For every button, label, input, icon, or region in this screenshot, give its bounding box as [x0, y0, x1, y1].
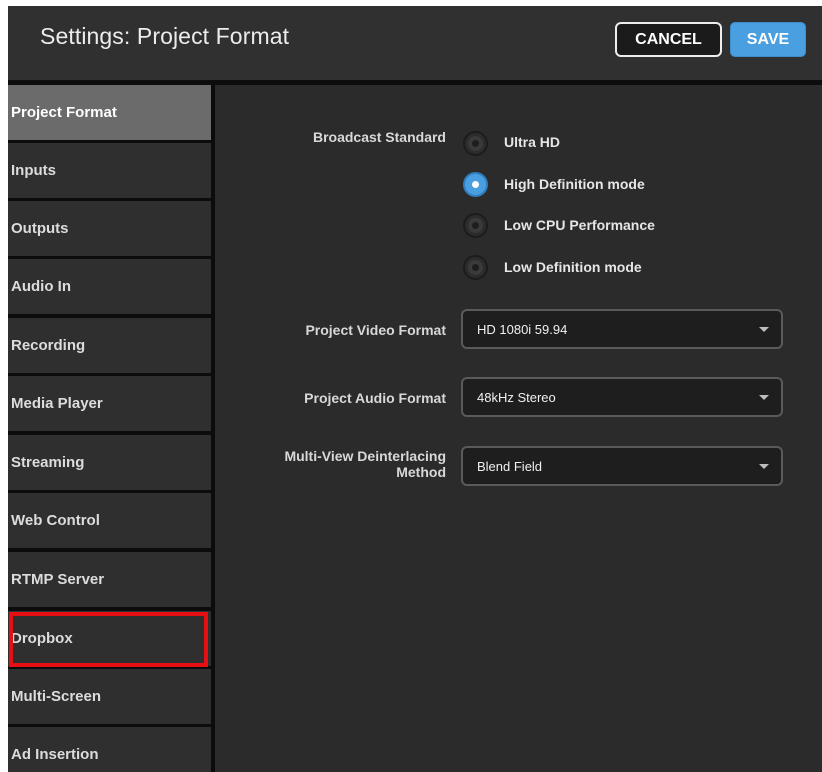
- deinterlacing-label: Multi-View Deinterlacing Method: [284, 448, 446, 480]
- sidebar-item-recording[interactable]: Recording: [8, 318, 211, 373]
- chevron-down-icon: [759, 327, 769, 332]
- radio-dot: [472, 264, 479, 271]
- sidebar-item-project-format[interactable]: Project Format: [8, 85, 211, 140]
- sidebar-item-inputs[interactable]: Inputs: [8, 143, 211, 198]
- chevron-down-icon: [759, 395, 769, 400]
- radio-low-cpu-performance[interactable]: [463, 213, 488, 238]
- radio-label-ultra-hd: Ultra HD: [504, 134, 561, 150]
- chevron-down-icon: [759, 464, 769, 469]
- sidebar-item-label: Ad Insertion: [11, 746, 99, 763]
- sidebar-item-label: Dropbox: [11, 630, 73, 647]
- sidebar-item-streaming[interactable]: Streaming: [8, 435, 211, 490]
- sidebar-item-audio-in[interactable]: Audio In: [8, 259, 211, 314]
- radio-dot: [472, 222, 479, 229]
- cancel-button[interactable]: CANCEL: [615, 22, 722, 57]
- sidebar-item-dropbox[interactable]: Dropbox: [8, 611, 211, 666]
- sidebar-item-ad-insertion[interactable]: Ad Insertion: [8, 727, 211, 772]
- sidebar-item-multi-screen[interactable]: Multi-Screen: [8, 669, 211, 724]
- broadcast-standard-label: Broadcast Standard: [312, 129, 446, 145]
- settings-window: Settings: Project Format CANCEL SAVE Pro…: [8, 6, 822, 772]
- deinterlacing-label-line1: Multi-View Deinterlacing: [284, 448, 446, 464]
- sidebar-item-label: Recording: [11, 337, 86, 354]
- deinterlacing-label-line2: Method: [396, 464, 446, 480]
- radio-high-definition-mode[interactable]: [463, 172, 488, 197]
- deinterlacing-select[interactable]: Blend Field: [461, 446, 783, 486]
- radio-dot: [472, 181, 479, 188]
- radio-label-low-cpu-performance: Low CPU Performance: [504, 217, 655, 233]
- save-button[interactable]: SAVE: [730, 22, 806, 57]
- sidebar-item-label: Audio In: [11, 278, 71, 295]
- sidebar-item-label: Outputs: [11, 220, 69, 237]
- video-format-select[interactable]: HD 1080i 59.94: [461, 309, 783, 349]
- audio-format-select[interactable]: 48kHz Stereo: [461, 377, 783, 417]
- radio-label-high-definition-mode: High Definition mode: [504, 176, 645, 192]
- audio-format-label: Project Audio Format: [304, 390, 446, 406]
- sidebar-item-label: Project Format: [11, 104, 117, 121]
- audio-format-value: 48kHz Stereo: [477, 389, 556, 405]
- deinterlacing-value: Blend Field: [477, 458, 543, 474]
- header-bar: Settings: Project Format CANCEL SAVE: [8, 6, 822, 80]
- radio-label-low-definition-mode: Low Definition mode: [504, 259, 642, 275]
- sidebar-item-web-control[interactable]: Web Control: [8, 493, 211, 548]
- sidebar-item-label: Media Player: [11, 395, 103, 412]
- sidebar-item-label: Inputs: [11, 162, 56, 179]
- sidebar-item-media-player[interactable]: Media Player: [8, 376, 211, 431]
- sidebar-divider: [213, 85, 215, 772]
- radio-ultra-hd[interactable]: [463, 131, 488, 156]
- sidebar-item-label: Multi-Screen: [11, 688, 102, 705]
- sidebar-item-outputs[interactable]: Outputs: [8, 201, 211, 256]
- video-format-value: HD 1080i 59.94: [477, 321, 568, 337]
- sidebar-item-label: RTMP Server: [11, 571, 105, 588]
- radio-dot: [472, 140, 479, 147]
- video-format-label: Project Video Format: [305, 322, 446, 338]
- sidebar-item-label: Web Control: [11, 512, 100, 529]
- sidebar-item-rtmp-server[interactable]: RTMP Server: [8, 552, 211, 607]
- sidebar-item-label: Streaming: [11, 454, 85, 471]
- page-title: Settings: Project Format: [40, 23, 290, 49]
- radio-low-definition-mode[interactable]: [463, 255, 488, 280]
